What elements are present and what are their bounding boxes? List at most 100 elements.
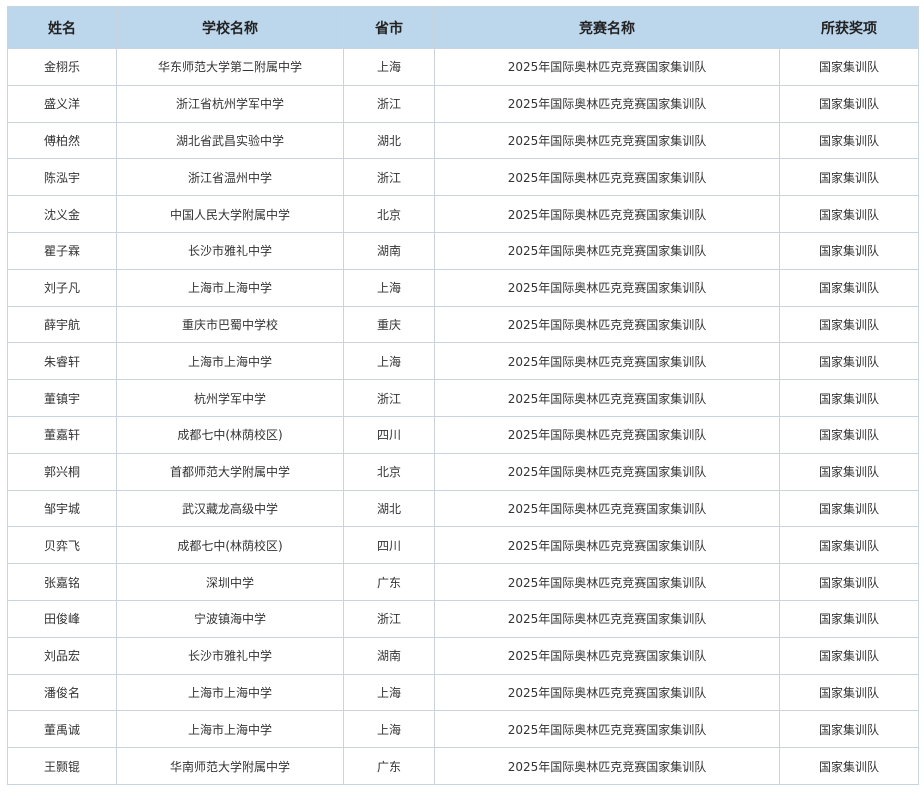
cell-competition: 2025年国际奥林匹克竞赛国家集训队 <box>434 599 780 638</box>
cell-name: 贝弈飞 <box>7 526 117 565</box>
column-header-competition: 竞赛名称 <box>434 6 780 49</box>
cell-school: 中国人民大学附属中学 <box>116 195 344 233</box>
cell-competition: 2025年国际奥林匹克竞赛国家集训队 <box>434 231 780 270</box>
cell-name: 张嘉铭 <box>7 563 117 601</box>
cell-school: 成都七中(林荫校区) <box>116 526 344 565</box>
cell-competition: 2025年国际奥林匹克竞赛国家集训队 <box>434 673 780 712</box>
cell-award: 国家集训队 <box>779 415 919 454</box>
cell-school: 长沙市雅礼中学 <box>116 636 344 675</box>
cell-province: 湖北 <box>343 121 435 160</box>
column-header-school: 学校名称 <box>116 6 344 49</box>
table-row: 董镇宇 杭州学军中学 浙江 2025年国际奥林匹克竞赛国家集训队 国家集训队 <box>7 379 919 417</box>
cell-name: 邹宇城 <box>7 489 117 528</box>
cell-award: 国家集训队 <box>779 305 919 344</box>
cell-competition: 2025年国际奥林匹克竞赛国家集训队 <box>434 452 780 491</box>
table-row: 田俊峰 宁波镇海中学 浙江 2025年国际奥林匹克竞赛国家集训队 国家集训队 <box>7 599 919 638</box>
table-row: 董禹诚 上海市上海中学 上海 2025年国际奥林匹克竞赛国家集训队 国家集训队 <box>7 710 919 749</box>
table-row: 潘俊名 上海市上海中学 上海 2025年国际奥林匹克竞赛国家集训队 国家集训队 <box>7 673 919 712</box>
cell-province: 湖北 <box>343 489 435 528</box>
cell-province: 北京 <box>343 452 435 491</box>
cell-name: 董镇宇 <box>7 379 117 417</box>
table-row: 瞿子霖 长沙市雅礼中学 湖南 2025年国际奥林匹克竞赛国家集训队 国家集训队 <box>7 231 919 270</box>
cell-school: 武汉藏龙高级中学 <box>116 489 344 528</box>
cell-school: 上海市上海中学 <box>116 268 344 307</box>
cell-province: 北京 <box>343 195 435 233</box>
cell-province: 浙江 <box>343 599 435 638</box>
table-row: 刘品宏 长沙市雅礼中学 湖南 2025年国际奥林匹克竞赛国家集训队 国家集训队 <box>7 636 919 675</box>
cell-award: 国家集训队 <box>779 231 919 270</box>
cell-province: 广东 <box>343 563 435 601</box>
cell-school: 宁波镇海中学 <box>116 599 344 638</box>
cell-province: 广东 <box>343 747 435 785</box>
cell-school: 华南师范大学附属中学 <box>116 747 344 785</box>
cell-school: 深圳中学 <box>116 563 344 601</box>
cell-award: 国家集训队 <box>779 158 919 197</box>
table-row: 盛义洋 浙江省杭州学军中学 浙江 2025年国际奥林匹克竞赛国家集训队 国家集训队 <box>7 84 919 123</box>
cell-school: 上海市上海中学 <box>116 342 344 381</box>
cell-competition: 2025年国际奥林匹克竞赛国家集训队 <box>434 305 780 344</box>
cell-name: 瞿子霖 <box>7 231 117 270</box>
cell-school: 长沙市雅礼中学 <box>116 231 344 270</box>
cell-competition: 2025年国际奥林匹克竞赛国家集训队 <box>434 342 780 381</box>
cell-province: 上海 <box>343 710 435 749</box>
cell-province: 上海 <box>343 268 435 307</box>
cell-province: 重庆 <box>343 305 435 344</box>
cell-name: 潘俊名 <box>7 673 117 712</box>
cell-award: 国家集训队 <box>779 379 919 417</box>
table-row: 沈义金 中国人民大学附属中学 北京 2025年国际奥林匹克竞赛国家集训队 国家集训队 <box>7 195 919 233</box>
cell-name: 沈义金 <box>7 195 117 233</box>
cell-name: 朱睿轩 <box>7 342 117 381</box>
table-body: 金栩乐 华东师范大学第二附属中学 上海 2025年国际奥林匹克竞赛国家集训队 国家集训队… <box>7 48 919 785</box>
cell-province: 上海 <box>343 48 435 86</box>
table-row: 薛宇航 重庆市巴蜀中学校 重庆 2025年国际奥林匹克竞赛国家集训队 国家集训队 <box>7 305 919 344</box>
cell-award: 国家集训队 <box>779 747 919 785</box>
table-row: 朱睿轩 上海市上海中学 上海 2025年国际奥林匹克竞赛国家集训队 国家集训队 <box>7 342 919 381</box>
cell-name: 陈泓宇 <box>7 158 117 197</box>
cell-name: 郭兴桐 <box>7 452 117 491</box>
cell-competition: 2025年国际奥林匹克竞赛国家集训队 <box>434 121 780 160</box>
cell-competition: 2025年国际奥林匹克竞赛国家集训队 <box>434 526 780 565</box>
cell-name: 薛宇航 <box>7 305 117 344</box>
cell-award: 国家集训队 <box>779 452 919 491</box>
cell-name: 田俊峰 <box>7 599 117 638</box>
cell-competition: 2025年国际奥林匹克竞赛国家集训队 <box>434 84 780 123</box>
cell-award: 国家集训队 <box>779 48 919 86</box>
table-row: 贝弈飞 成都七中(林荫校区) 四川 2025年国际奥林匹克竞赛国家集训队 国家集训队 <box>7 526 919 565</box>
cell-school: 华东师范大学第二附属中学 <box>116 48 344 86</box>
table-row: 王颢锟 华南师范大学附属中学 广东 2025年国际奥林匹克竞赛国家集训队 国家集训队 <box>7 747 919 785</box>
cell-competition: 2025年国际奥林匹克竞赛国家集训队 <box>434 195 780 233</box>
cell-competition: 2025年国际奥林匹克竞赛国家集训队 <box>434 563 780 601</box>
table-row: 刘子凡 上海市上海中学 上海 2025年国际奥林匹克竞赛国家集训队 国家集训队 <box>7 268 919 307</box>
cell-name: 刘品宏 <box>7 636 117 675</box>
cell-competition: 2025年国际奥林匹克竞赛国家集训队 <box>434 489 780 528</box>
cell-school: 湖北省武昌实验中学 <box>116 121 344 160</box>
cell-province: 浙江 <box>343 158 435 197</box>
cell-award: 国家集训队 <box>779 489 919 528</box>
table-row: 董嘉轩 成都七中(林荫校区) 四川 2025年国际奥林匹克竞赛国家集训队 国家集训队 <box>7 415 919 454</box>
cell-school: 浙江省杭州学军中学 <box>116 84 344 123</box>
cell-province: 湖南 <box>343 231 435 270</box>
cell-school: 浙江省温州中学 <box>116 158 344 197</box>
cell-competition: 2025年国际奥林匹克竞赛国家集训队 <box>434 636 780 675</box>
column-header-name: 姓名 <box>7 6 117 49</box>
cell-award: 国家集训队 <box>779 268 919 307</box>
cell-name: 傅柏然 <box>7 121 117 160</box>
cell-province: 湖南 <box>343 636 435 675</box>
cell-award: 国家集训队 <box>779 342 919 381</box>
cell-award: 国家集训队 <box>779 563 919 601</box>
cell-competition: 2025年国际奥林匹克竞赛国家集训队 <box>434 379 780 417</box>
table-row: 郭兴桐 首都师范大学附属中学 北京 2025年国际奥林匹克竞赛国家集训队 国家集训队 <box>7 452 919 491</box>
table-row: 邹宇城 武汉藏龙高级中学 湖北 2025年国际奥林匹克竞赛国家集训队 国家集训队 <box>7 489 919 528</box>
cell-competition: 2025年国际奥林匹克竞赛国家集训队 <box>434 710 780 749</box>
cell-name: 董嘉轩 <box>7 415 117 454</box>
award-table: 姓名 学校名称 省市 竞赛名称 所获奖项 金栩乐 华东师范大学第二附属中学 上海 20… <box>7 6 919 785</box>
cell-award: 国家集训队 <box>779 710 919 749</box>
cell-name: 盛义洋 <box>7 84 117 123</box>
award-list: 姓名 学校名称 省市 竞赛名称 所获奖项 金栩乐 华东师范大学第二附属中学 上海 20… <box>7 6 919 785</box>
cell-award: 国家集训队 <box>779 673 919 712</box>
cell-province: 上海 <box>343 673 435 712</box>
table-row: 张嘉铭 深圳中学 广东 2025年国际奥林匹克竞赛国家集训队 国家集训队 <box>7 563 919 601</box>
cell-name: 董禹诚 <box>7 710 117 749</box>
cell-province: 上海 <box>343 342 435 381</box>
table-row: 金栩乐 华东师范大学第二附属中学 上海 2025年国际奥林匹克竞赛国家集训队 国家集训队 <box>7 48 919 86</box>
